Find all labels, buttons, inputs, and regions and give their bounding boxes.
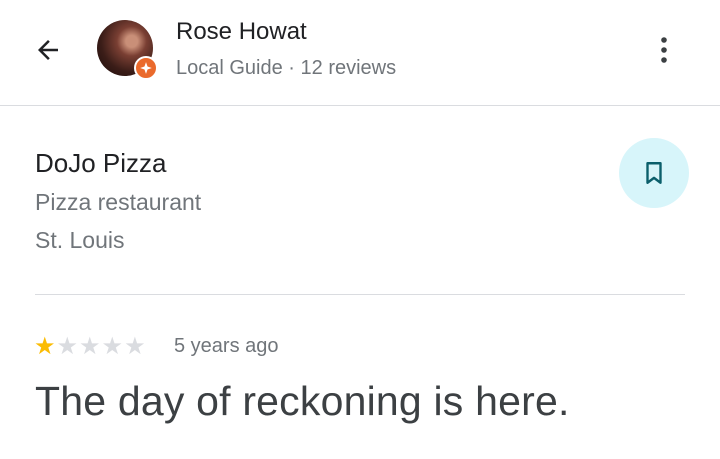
arrow-left-icon <box>38 40 58 60</box>
review-text: The day of reckoning is here. <box>35 378 570 424</box>
reviewer-name[interactable]: Rose Howat <box>176 18 307 46</box>
star-rating: ★ ★ ★ ★ ★ <box>34 334 146 360</box>
save-place-button[interactable] <box>619 138 689 208</box>
review-screen: Rose Howat Local Guide · 12 reviews DoJo… <box>0 0 720 459</box>
star-icon: ★ <box>56 333 79 360</box>
reviewer-meta: Local Guide · 12 reviews <box>176 57 397 79</box>
place-name[interactable]: DoJo Pizza <box>35 148 167 179</box>
place-category: Pizza restaurant <box>35 189 202 215</box>
local-guide-star-icon <box>134 56 158 80</box>
star-icon: ★ <box>79 333 101 360</box>
bookmark-icon <box>646 162 662 184</box>
review-time: 5 years ago <box>174 335 279 357</box>
star-icon: ★ <box>124 333 146 360</box>
more-vertical-icon <box>661 37 667 63</box>
divider <box>35 294 685 295</box>
star-icon: ★ <box>34 333 56 360</box>
reviewer-header: Rose Howat Local Guide · 12 reviews <box>0 0 720 106</box>
back-button[interactable] <box>28 30 68 70</box>
more-options-button[interactable] <box>644 28 684 72</box>
reviewer-avatar-button[interactable] <box>97 20 158 80</box>
place-location: St. Louis <box>35 227 125 253</box>
star-icon: ★ <box>101 333 124 360</box>
